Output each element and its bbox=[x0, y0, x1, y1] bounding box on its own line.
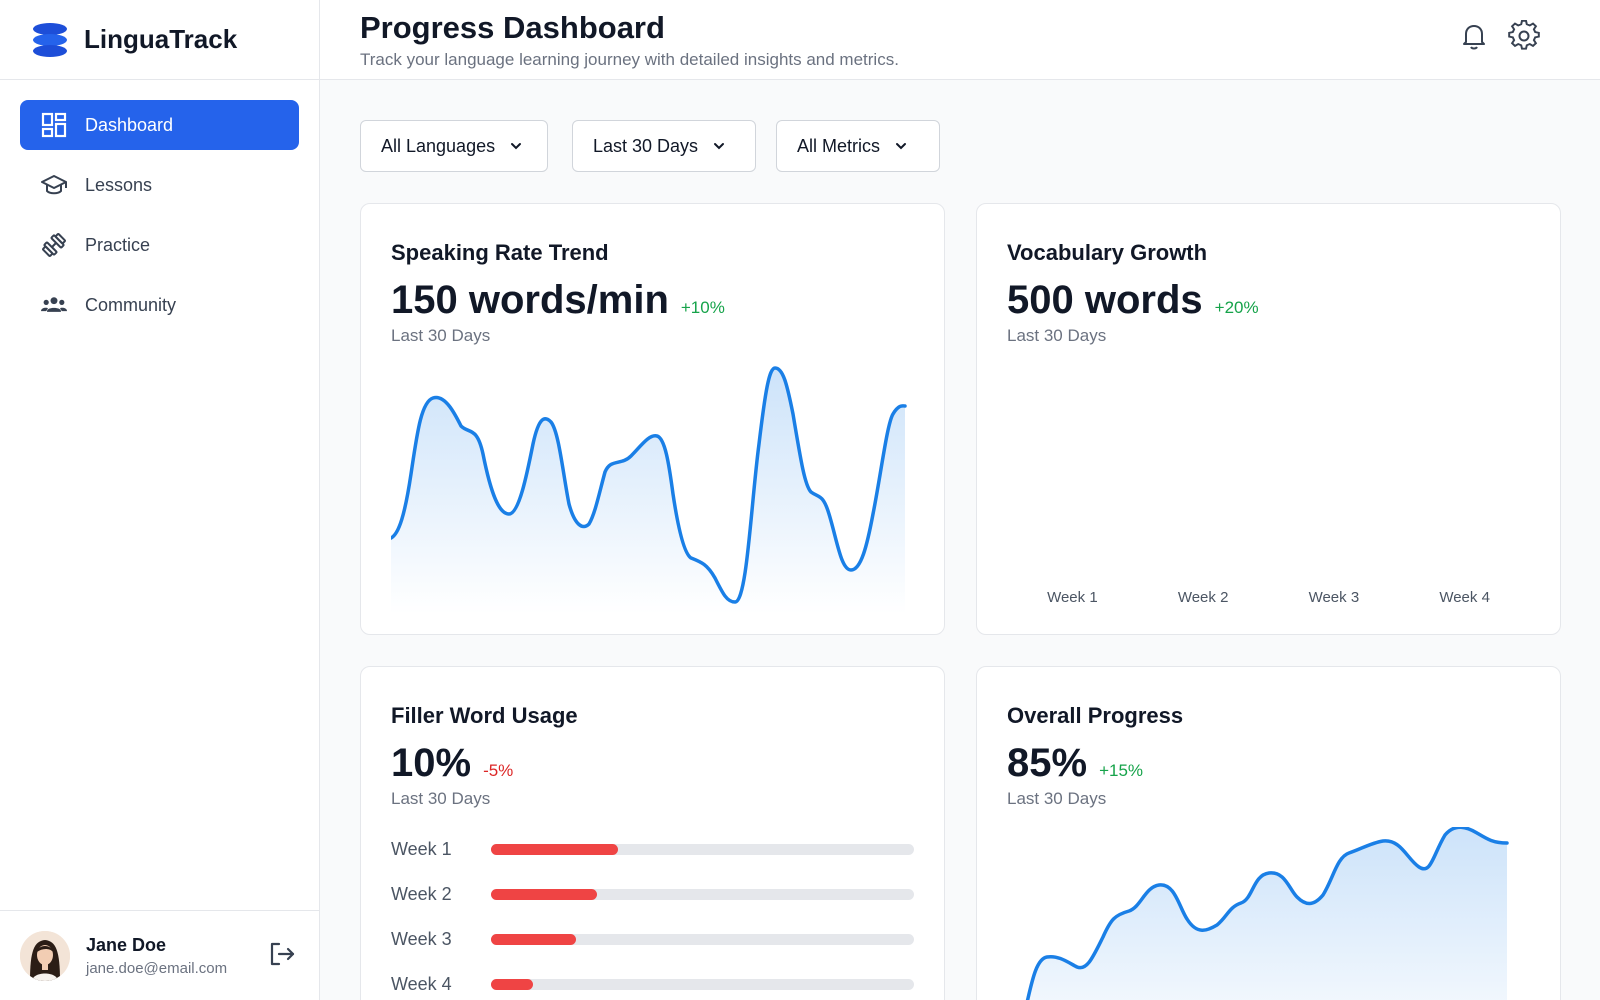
bar-fill bbox=[491, 978, 534, 990]
bar-label: Week 4 bbox=[391, 973, 452, 994]
sidebar: LinguaTrack Dashboard Lessons Practice C… bbox=[0, 0, 320, 1000]
language-filter-label: All Languages bbox=[381, 135, 496, 156]
speaking-rate-area bbox=[391, 368, 905, 614]
chevron-down-icon bbox=[511, 143, 522, 150]
bar-fill bbox=[491, 888, 597, 900]
user-name: Jane Doe bbox=[86, 934, 167, 955]
card-period: Last 30 Days bbox=[1007, 789, 1107, 808]
sidebar-item-practice[interactable]: Practice bbox=[20, 220, 299, 270]
vocabulary-week-labels: Week 1 Week 2 Week 3 Week 4 bbox=[1007, 589, 1530, 606]
chevron-down-icon bbox=[896, 143, 907, 150]
card-title: Overall Progress bbox=[1007, 703, 1184, 728]
page-header: Progress Dashboard Track your language l… bbox=[320, 0, 1600, 80]
week-label: Week 2 bbox=[1177, 589, 1229, 606]
avatar[interactable] bbox=[20, 930, 70, 981]
bar-label: Week 1 bbox=[391, 838, 452, 859]
brand-name: LinguaTrack bbox=[84, 24, 238, 54]
language-filter[interactable]: All Languages bbox=[360, 120, 548, 172]
period-filter[interactable]: Last 30 Days bbox=[572, 120, 756, 172]
sidebar-item-community[interactable]: Community bbox=[20, 280, 299, 330]
bar-track bbox=[491, 933, 914, 945]
card-period: Last 30 Days bbox=[391, 789, 491, 808]
brand[interactable]: LinguaTrack bbox=[0, 0, 319, 80]
overall-progress-card: Overall Progress 85% +15% Last 30 Days bbox=[976, 666, 1561, 1000]
bar-track bbox=[491, 843, 914, 855]
user-email: jane.doe@email.com bbox=[86, 959, 228, 977]
card-value: 10% bbox=[391, 741, 472, 785]
sidebar-item-label: Community bbox=[85, 294, 177, 315]
bar-fill bbox=[491, 933, 576, 945]
filler-bar-row: Week 2 bbox=[391, 884, 914, 904]
speaking-rate-card: Speaking Rate Trend 150 words/min +10% L… bbox=[360, 203, 945, 635]
week-label: Week 1 bbox=[1047, 589, 1098, 606]
card-value: 85% bbox=[1007, 741, 1088, 785]
card-title: Vocabulary Growth bbox=[1007, 240, 1208, 265]
bar-track bbox=[491, 978, 914, 990]
bar-track bbox=[491, 888, 914, 900]
bell-icon[interactable] bbox=[1458, 20, 1490, 52]
card-delta: +10% bbox=[680, 298, 725, 317]
speaking-rate-chart bbox=[391, 366, 907, 614]
page-subtitle: Track your language learning journey wit… bbox=[360, 50, 899, 69]
card-delta: -5% bbox=[483, 761, 514, 780]
bar-label: Week 2 bbox=[391, 883, 452, 904]
metrics-filter-label: All Metrics bbox=[797, 135, 881, 156]
logout-icon[interactable] bbox=[267, 939, 297, 969]
filler-bar-row: Week 3 bbox=[391, 929, 914, 949]
week-label: Week 4 bbox=[1439, 589, 1490, 606]
bar-label: Week 3 bbox=[391, 928, 452, 949]
people-icon bbox=[40, 291, 68, 319]
logo-icon bbox=[33, 22, 67, 57]
metrics-filter[interactable]: All Metrics bbox=[776, 120, 940, 172]
sidebar-item-dashboard[interactable]: Dashboard bbox=[20, 100, 299, 150]
filler-bar-row: Week 1 bbox=[391, 839, 914, 859]
dumbbell-icon bbox=[40, 231, 68, 259]
card-title: Filler Word Usage bbox=[391, 703, 578, 728]
sidebar-item-label: Practice bbox=[85, 234, 151, 255]
user-profile: Jane Doe jane.doe@email.com bbox=[0, 910, 319, 1000]
card-value: 500 words bbox=[1007, 278, 1203, 322]
card-period: Last 30 Days bbox=[391, 326, 491, 345]
sidebar-nav: Dashboard Lessons Practice Community bbox=[0, 80, 319, 360]
dashboard-icon bbox=[40, 111, 68, 139]
card-title: Speaking Rate Trend bbox=[391, 240, 609, 265]
card-delta: +15% bbox=[1099, 761, 1144, 780]
period-filter-label: Last 30 Days bbox=[593, 135, 699, 156]
card-value: 150 words/min bbox=[391, 278, 669, 322]
sidebar-item-label: Dashboard bbox=[85, 114, 174, 135]
graduation-cap-icon bbox=[40, 171, 68, 199]
card-delta: +20% bbox=[1214, 298, 1259, 317]
overall-progress-chart bbox=[1025, 827, 1509, 1000]
card-period: Last 30 Days bbox=[1007, 326, 1107, 345]
gear-icon[interactable] bbox=[1508, 20, 1540, 52]
chevron-down-icon bbox=[714, 143, 725, 150]
filler-word-card: Filler Word Usage 10% -5% Last 30 Days W… bbox=[360, 666, 945, 1000]
week-label: Week 3 bbox=[1308, 589, 1360, 606]
sidebar-item-label: Lessons bbox=[85, 174, 153, 195]
vocabulary-growth-card: Vocabulary Growth 500 words +20% Last 30… bbox=[976, 203, 1561, 635]
page-title: Progress Dashboard bbox=[360, 10, 665, 45]
bar-fill bbox=[491, 843, 618, 855]
filler-bar-row: Week 4 bbox=[391, 974, 914, 994]
sidebar-item-lessons[interactable]: Lessons bbox=[20, 160, 299, 210]
